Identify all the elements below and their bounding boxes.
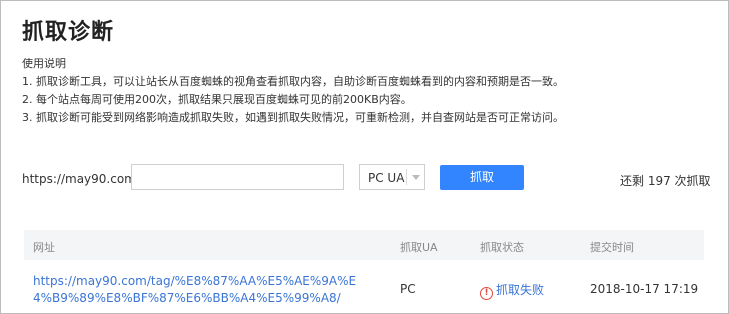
column-header-status: 抓取状态 — [480, 241, 524, 254]
remaining-count: 还剩 197 次抓取 — [620, 174, 711, 188]
ua-select-divider — [406, 169, 407, 185]
ua-select-value: PC UA — [368, 171, 405, 185]
page-frame — [0, 0, 729, 314]
exclamation-circle-icon: ! — [480, 287, 493, 300]
row-status-label: 抓取失败 — [496, 283, 545, 297]
fetch-button[interactable]: 抓取 — [440, 165, 524, 190]
instructions-panel: 使用说明 1. 抓取诊断工具，可以让站长从百度蜘蛛的视角查看抓取内容，自助诊断百… — [22, 55, 564, 127]
chevron-down-icon[interactable] — [412, 175, 420, 180]
row-submit-time: 2018-10-17 17:19 — [590, 282, 699, 296]
row-status-link[interactable]: ! 抓取失败 — [480, 281, 544, 300]
page-title: 抓取诊断 — [22, 20, 115, 45]
ua-select[interactable]: PC UA — [359, 164, 425, 190]
row-url-link[interactable]: https://may90.com/tag/%E8%87%AA%E5%AE%9A… — [33, 273, 373, 307]
instruction-line: 1. 抓取诊断工具，可以让站长从百度蜘蛛的视角查看抓取内容，自助诊断百度蜘蛛看到… — [22, 75, 564, 88]
column-header-ua: 抓取UA — [400, 241, 438, 254]
column-header-time: 提交时间 — [590, 241, 634, 254]
instructions-heading: 使用说明 — [22, 57, 66, 70]
url-prefix: https://may90.com/ — [22, 172, 140, 186]
table-header: 网址 抓取UA 抓取状态 提交时间 — [24, 230, 704, 260]
column-header-url: 网址 — [33, 241, 55, 254]
row-ua: PC — [400, 282, 416, 296]
url-path-input[interactable] — [131, 164, 344, 190]
instruction-line: 2. 每个站点每周可使用200次，抓取结果只展现百度蜘蛛可见的前200KB内容。 — [22, 93, 412, 106]
instruction-line: 3. 抓取诊断可能受到网络影响造成抓取失败，如遇到抓取失败情况，可重新检测，并自… — [22, 111, 564, 124]
